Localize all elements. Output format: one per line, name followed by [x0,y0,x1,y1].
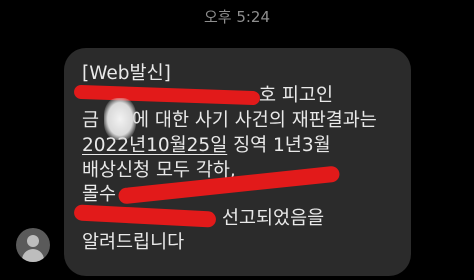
message-line-7: 선고되었음을 [222,208,324,230]
message-line-3-suffix: 에 대한 사기 사건의 재판결과는 [132,110,377,131]
avatar-body [22,249,44,262]
verdict-date-link[interactable]: 2022년10월25일 [82,135,227,156]
message-line-7-text: 선고되었음을 [222,208,325,229]
message-line-2: 호 피고인 [259,85,333,107]
redaction-blur-name [104,98,136,140]
message-line-6-prefix: 몰수 [82,184,117,205]
contact-avatar-icon[interactable] [16,228,50,262]
message-line-8: 알려드립니다 [82,232,185,253]
message-line-4-rest: 징역 1년3월 [227,135,331,156]
timestamp: 오후 5:24 [203,8,271,26]
message-line-2-text: 호 피고인 [259,85,333,106]
message-line-3-prefix: 금 [82,110,100,131]
message-line-sender-tag: [Web발신] [82,63,171,84]
avatar-head [27,235,39,247]
message-line-6: 몰수 [82,184,116,206]
